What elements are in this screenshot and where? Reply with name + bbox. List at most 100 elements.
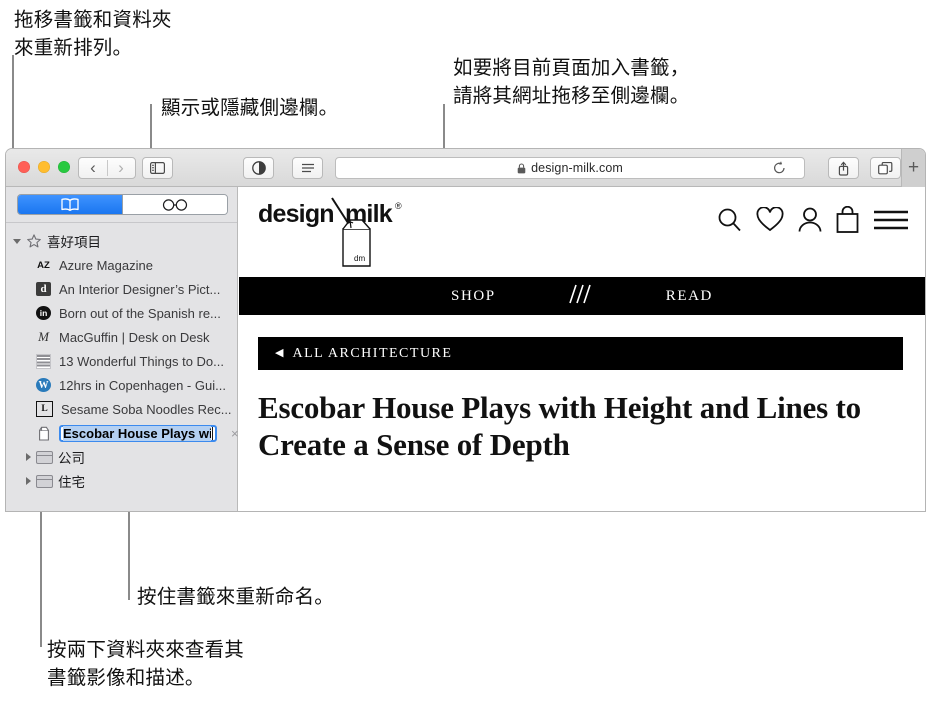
bookmark-label: Sesame Soba Noodles Rec... — [61, 401, 232, 417]
milk-carton-icon — [38, 426, 49, 441]
favicon-macguffin: M — [38, 329, 49, 345]
reader-view-button[interactable] — [243, 157, 274, 179]
nav-buttons-group: ‹ › — [78, 157, 136, 179]
contrast-circle-icon — [251, 161, 266, 175]
chevron-right-icon[interactable] — [26, 453, 31, 461]
browser-toolbar: ‹ › design-milk.com + — [6, 149, 925, 187]
address-bar[interactable]: design-milk.com — [335, 157, 805, 179]
grid-favicon-glyph — [36, 353, 51, 369]
star-icon — [27, 234, 41, 248]
safari-window: ‹ › design-milk.com + 喜好項目 AZ Azure Maga… — [6, 149, 925, 511]
nav-divider — [107, 160, 108, 176]
share-button[interactable] — [828, 157, 859, 179]
lines-icon — [301, 163, 314, 172]
sidebar-folder-company[interactable]: 公司 — [6, 445, 237, 469]
lock-icon — [517, 162, 526, 173]
reload-icon — [774, 161, 785, 174]
svg-text:design: design — [258, 200, 334, 228]
design-milk-logo-icon: design milk ® dm — [258, 197, 402, 267]
bookmark-label: 13 Wonderful Things to Do... — [59, 353, 225, 369]
address-bar-url: design-milk.com — [531, 161, 623, 175]
bookmark-row-12hrs-copenhagen[interactable]: W 12hrs in Copenhagen - Gui... — [6, 373, 237, 397]
shopping-bag-icon[interactable] — [836, 205, 859, 238]
favicon-wordpress: W — [36, 378, 51, 392]
bookmark-label: MacGuffin | Desk on Desk — [59, 329, 210, 345]
search-icon[interactable] — [717, 207, 742, 237]
folder-label: 住宅 — [58, 475, 85, 490]
back-triangle-icon: ◀ — [275, 347, 284, 359]
folder-icon — [36, 450, 53, 464]
callout-press-to-rename: 按住書籤來重新命名。 — [137, 586, 335, 608]
reload-button[interactable] — [773, 161, 786, 180]
bookmarks-list: AZ Azure Magazine d An Interior Designer… — [6, 253, 239, 493]
bookmark-label: An Interior Designer’s Pict... — [59, 281, 221, 297]
text-cursor — [211, 426, 213, 440]
chevron-right-icon: › — [118, 158, 124, 177]
heart-icon[interactable] — [756, 206, 784, 237]
bookmark-row-azure-magazine[interactable]: AZ Azure Magazine — [6, 253, 237, 277]
design-milk-logo[interactable]: design milk ® dm — [258, 196, 418, 268]
favicon-design-milk — [36, 426, 51, 441]
show-tabs-button[interactable] — [870, 157, 901, 179]
breadcrumb-container: ◀ ALL ARCHITECTURE — [239, 315, 925, 370]
favicon-dezeen: d — [36, 282, 51, 296]
nav-link-read[interactable]: READ — [666, 288, 713, 305]
bookmark-row-macguffin[interactable]: M MacGuffin | Desk on Desk — [6, 325, 237, 349]
remove-bookmark-button[interactable]: × — [231, 426, 239, 441]
favicon-azure-magazine: AZ — [37, 259, 50, 271]
site-header-icons — [717, 205, 909, 238]
nav-link-shop[interactable]: SHOP — [451, 288, 496, 305]
site-header: design milk ® dm — [239, 187, 925, 277]
article-headline: Escobar House Plays with Height and Line… — [258, 390, 861, 462]
sidebar-separator — [6, 222, 237, 223]
tab-reading-list[interactable] — [122, 195, 227, 214]
folder-label: 公司 — [58, 451, 85, 466]
bookmarks-group-title: 喜好項目 — [47, 235, 101, 250]
svg-text:®: ® — [395, 201, 402, 211]
book-icon — [61, 198, 79, 211]
breadcrumb[interactable]: ◀ ALL ARCHITECTURE — [258, 337, 903, 370]
svg-text:dm: dm — [354, 254, 365, 263]
callout-show-hide-sidebar: 顯示或隱藏側邊欄。 — [161, 97, 339, 119]
minimize-button[interactable] — [38, 161, 50, 173]
share-icon — [838, 161, 849, 176]
sidebar-segmented-control — [17, 194, 228, 215]
triple-slash-icon — [566, 283, 596, 310]
forward-button[interactable]: › — [107, 158, 135, 178]
chevron-left-icon: ‹ — [90, 158, 96, 177]
favicon-wonderful-things — [36, 353, 51, 369]
favicon-lucky-peach: L — [36, 401, 53, 417]
text-size-button[interactable] — [292, 157, 323, 179]
bookmark-row-interior-designer[interactable]: d An Interior Designer’s Pict... — [6, 277, 237, 301]
back-button[interactable]: ‹ — [79, 158, 107, 178]
bookmark-label: Azure Magazine — [59, 257, 153, 273]
zoom-button[interactable] — [58, 161, 70, 173]
folder-icon — [36, 474, 53, 488]
bookmarks-group-header[interactable]: 喜好項目 — [6, 231, 101, 251]
leader-line-double-click-folder — [40, 497, 42, 647]
breadcrumb-label: ALL ARCHITECTURE — [292, 345, 453, 361]
sidebar-icon — [150, 162, 165, 174]
callout-double-click-folder: 按兩下資料夾來查看其 書籤影像和描述。 — [47, 639, 245, 689]
bookmark-row-sesame-soba-noodles[interactable]: L Sesame Soba Noodles Rec... — [6, 397, 237, 421]
bookmark-row-13-wonderful-things[interactable]: 13 Wonderful Things to Do... — [6, 349, 237, 373]
site-nav-bar: SHOP READ — [239, 277, 925, 315]
favicon-inhabitat: in — [36, 306, 51, 320]
bookmark-rename-input[interactable]: Escobar House Plays with — [59, 424, 217, 442]
account-icon[interactable] — [798, 207, 822, 237]
sidebar-folder-residence[interactable]: 住宅 — [6, 469, 237, 493]
new-tab-button[interactable]: + — [901, 149, 925, 187]
chevron-down-icon[interactable] — [13, 238, 21, 244]
hamburger-menu-icon[interactable] — [873, 208, 909, 237]
callout-add-bookmark: 如要將目前頁面加入書籤， 請將其網址拖移至側邊欄。 — [453, 57, 690, 107]
tab-overview-icon — [878, 161, 893, 174]
close-button[interactable] — [18, 161, 30, 173]
bookmark-row-born-out-of-spanish[interactable]: in Born out of the Spanish re... — [6, 301, 237, 325]
bookmark-label: Born out of the Spanish re... — [59, 305, 221, 321]
chevron-right-icon[interactable] — [26, 477, 31, 485]
bookmark-row-escobar-house-editing[interactable]: Escobar House Plays with × — [6, 421, 239, 445]
bookmark-label: 12hrs in Copenhagen - Gui... — [59, 377, 226, 393]
sidebar-toggle-button[interactable] — [142, 157, 173, 179]
tab-bookmarks[interactable] — [18, 195, 122, 214]
callout-drag-reorder: 拖移書籤和資料夾 來重新排列。 — [14, 9, 172, 59]
